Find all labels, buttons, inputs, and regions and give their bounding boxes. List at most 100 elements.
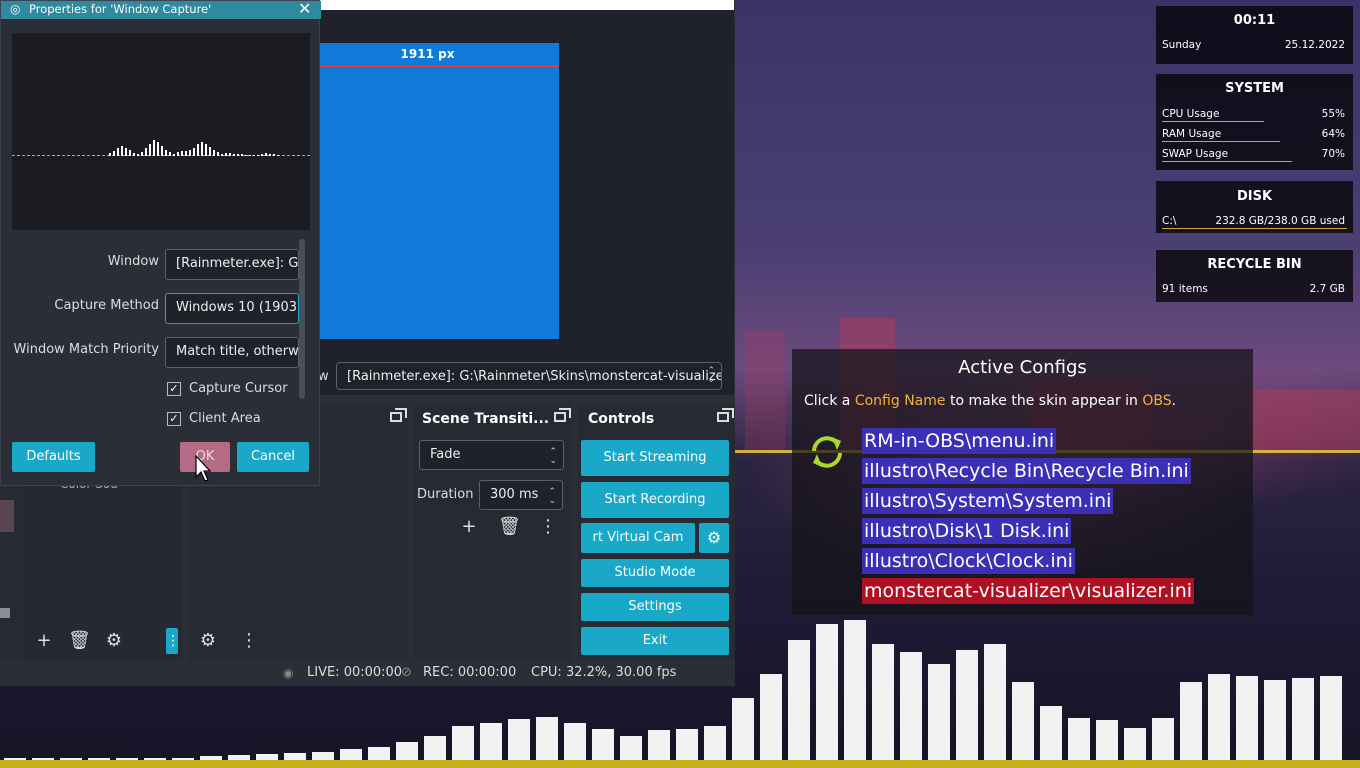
clock-widget[interactable]: 00:11 Sunday 25.12.2022 — [1156, 6, 1353, 64]
visualizer-bar — [1236, 676, 1258, 760]
duration-label: Duration — [417, 487, 474, 502]
scroll-thumb[interactable] — [0, 608, 10, 618]
more-options-icon[interactable]: ⋮ — [537, 516, 559, 538]
preview-canvas-source[interactable] — [320, 43, 559, 339]
preview-visualizer-bar — [257, 155, 259, 156]
more-options-icon[interactable]: ⋮ — [238, 630, 260, 652]
visualizer-bar — [452, 726, 474, 760]
more-options-icon[interactable]: ⋮ — [166, 628, 180, 654]
defaults-button[interactable]: Defaults — [12, 442, 95, 472]
recycle-bin-items: 91 items — [1162, 283, 1208, 295]
preview-visualizer-bar — [205, 144, 207, 156]
preview-visualizer-bar — [165, 150, 167, 156]
cpu-usage-bar — [1162, 121, 1264, 122]
window-field[interactable]: [Rainmeter.exe]: G:\ — [165, 249, 299, 280]
obs-title-bar[interactable] — [320, 0, 734, 10]
cpu-usage-row: CPU Usage 55% — [1162, 108, 1345, 120]
close-icon[interactable]: ✕ — [298, 0, 311, 18]
preview-visualizer-bar — [265, 153, 267, 156]
preview-visualizer-bar — [233, 154, 235, 156]
properties-scrollbar[interactable] — [299, 239, 305, 399]
preview-visualizer-bar — [145, 148, 147, 156]
window-match-priority-field[interactable]: Match title, otherwi — [165, 337, 299, 368]
preview-visualizer-bar — [113, 151, 115, 156]
visualizer-bar — [844, 620, 866, 760]
disk-usage-bar — [1162, 228, 1347, 229]
recycle-bin-title: RECYCLE BIN — [1207, 257, 1302, 272]
preview-visualizer-bar — [197, 144, 199, 156]
visualizer-bar — [424, 736, 446, 760]
swap-usage-bar — [1162, 161, 1292, 162]
window-source-select[interactable]: [Rainmeter.exe]: G:\Rainmeter\Skins\mons… — [336, 362, 722, 390]
undock-icon[interactable] — [390, 408, 407, 422]
scene-item-selected[interactable] — [0, 500, 14, 532]
gear-icon[interactable]: ⚙ — [197, 630, 219, 652]
undock-icon[interactable] — [717, 408, 734, 422]
visualizer-bar — [676, 728, 698, 760]
transition-type-select[interactable]: Fade ⌃ ⌄ — [419, 440, 564, 470]
preview-visualizer-bar — [213, 150, 215, 156]
live-timer: LIVE: 00:00:00 — [307, 665, 403, 680]
visualizer-bar — [984, 644, 1006, 760]
hint-text: . — [1171, 393, 1177, 409]
preview-visualizer-bar — [237, 154, 239, 156]
start-virtual-cam-button[interactable]: rt Virtual Cam — [581, 523, 695, 553]
visualizer-bar — [480, 722, 502, 760]
ram-usage-label: RAM Usage — [1162, 128, 1222, 140]
add-transition-icon[interactable]: + — [458, 516, 480, 538]
preview-visualizer-bar — [269, 154, 271, 156]
settings-button[interactable]: Settings — [581, 593, 729, 621]
duration-spinbox[interactable]: 300 ms ⌃ ⌄ — [479, 480, 563, 510]
config-item[interactable]: RM-in-OBS\menu.ini — [862, 428, 1057, 454]
preview-visualizer-bar — [245, 155, 247, 156]
preview-visualizer-bar — [209, 147, 211, 156]
visualizer-bar — [592, 728, 614, 760]
refresh-icon[interactable] — [806, 431, 848, 473]
add-source-icon[interactable]: + — [33, 630, 55, 652]
visualizer-bar — [704, 726, 726, 760]
clock-date-row: Sunday 25.12.2022 — [1162, 39, 1345, 51]
ram-usage-row: RAM Usage 64% — [1162, 128, 1345, 140]
capture-method-label: Capture Method — [54, 298, 159, 313]
visualizer-bar — [872, 644, 894, 760]
start-recording-button[interactable]: Start Recording — [581, 482, 729, 518]
capture-cursor-label: Capture Cursor — [189, 381, 288, 396]
visualizer-bar — [564, 722, 586, 760]
visualizer-bar — [536, 716, 558, 760]
dialog-title-bar[interactable]: ◎ Properties for 'Window Capture' ✕ — [1, 0, 321, 19]
trash-icon[interactable]: 🗑 — [498, 516, 521, 538]
visualizer-bar — [928, 664, 950, 760]
transition-type-value: Fade — [430, 447, 461, 462]
capture-method-field[interactable]: Windows 10 (1903 a — [165, 293, 299, 324]
config-item[interactable]: illustro\Disk\1 Disk.ini — [862, 518, 1072, 544]
client-area-label: Client Area — [189, 411, 261, 426]
virtual-cam-gear-icon[interactable]: ⚙ — [699, 523, 729, 553]
disk-widget[interactable]: DISK C:\ 232.8 GB/238.0 GB used — [1156, 181, 1353, 233]
preview-visualizer-bar — [225, 153, 227, 156]
config-item[interactable]: illustro\Clock\Clock.ini — [862, 548, 1075, 574]
cancel-button[interactable]: Cancel — [237, 442, 309, 472]
active-configs-panel: Active Configs Click a Config Name to ma… — [792, 349, 1253, 615]
gear-icon[interactable]: ⚙ — [103, 630, 125, 652]
preview-visualizer-bar — [153, 140, 155, 156]
studio-mode-button[interactable]: Studio Mode — [581, 559, 729, 587]
config-item[interactable]: illustro\Recycle Bin\Recycle Bin.ini — [862, 458, 1191, 484]
client-area-checkbox[interactable]: ✓ — [167, 412, 181, 426]
ram-usage-value: 64% — [1321, 128, 1345, 140]
controls-dock: Controls Start Streaming Start Recording… — [578, 404, 735, 660]
start-streaming-button[interactable]: Start Streaming — [581, 440, 729, 476]
visualizer-bar — [340, 749, 362, 760]
config-item-active[interactable]: monstercat-visualizer\visualizer.ini — [862, 578, 1195, 604]
preview-visualizer-bar — [157, 142, 159, 156]
undock-icon[interactable] — [554, 408, 571, 422]
updown-arrows-icon: ⌃ ⌄ — [549, 447, 557, 466]
trash-icon[interactable]: 🗑 — [68, 630, 91, 652]
rec-icon: ⊘ — [401, 665, 412, 680]
preview-visualizer-bar — [137, 154, 139, 156]
capture-cursor-checkbox[interactable]: ✓ — [167, 382, 181, 396]
exit-button[interactable]: Exit — [581, 627, 729, 655]
config-item[interactable]: illustro\System\System.ini — [862, 488, 1114, 514]
system-widget[interactable]: SYSTEM CPU Usage 55% RAM Usage 64% SWAP … — [1156, 74, 1353, 170]
visualizer-bar — [1264, 680, 1286, 760]
recycle-bin-widget[interactable]: RECYCLE BIN 91 items 2.7 GB — [1156, 250, 1353, 302]
